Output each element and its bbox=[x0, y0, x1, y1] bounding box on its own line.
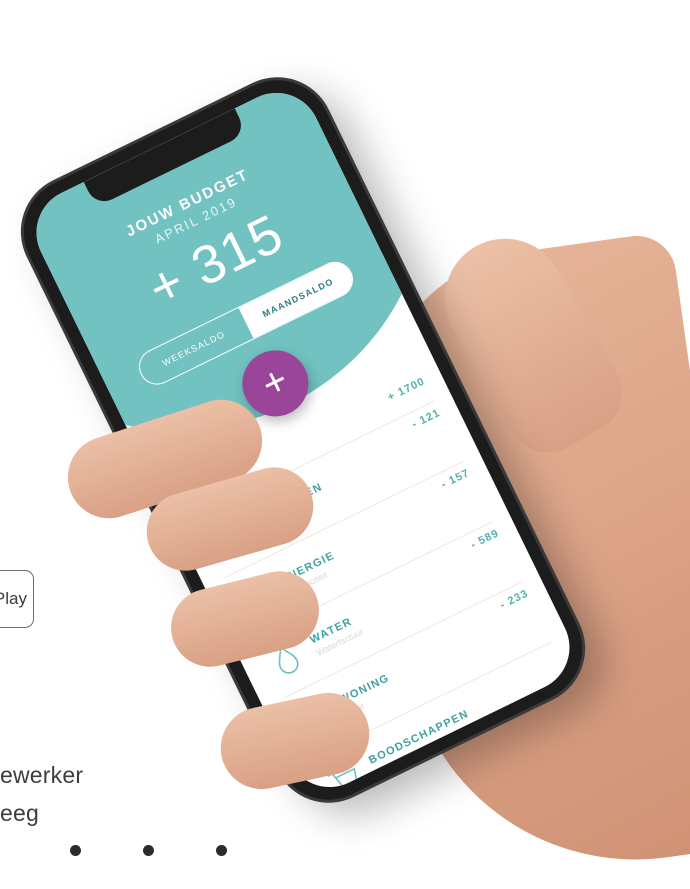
list-item-amount: - 121 bbox=[410, 406, 443, 431]
list-item-amount: - 157 bbox=[439, 467, 472, 492]
list-item-amount: - 589 bbox=[468, 527, 502, 552]
side-dots bbox=[70, 845, 227, 856]
store-badge[interactable]: Play bbox=[0, 570, 34, 628]
store-badge-text: Play bbox=[0, 589, 27, 608]
side-text-line2: eeg bbox=[0, 800, 39, 826]
list-item-amount: - 233 bbox=[498, 587, 531, 612]
side-text-line1: ewerker bbox=[0, 762, 84, 788]
